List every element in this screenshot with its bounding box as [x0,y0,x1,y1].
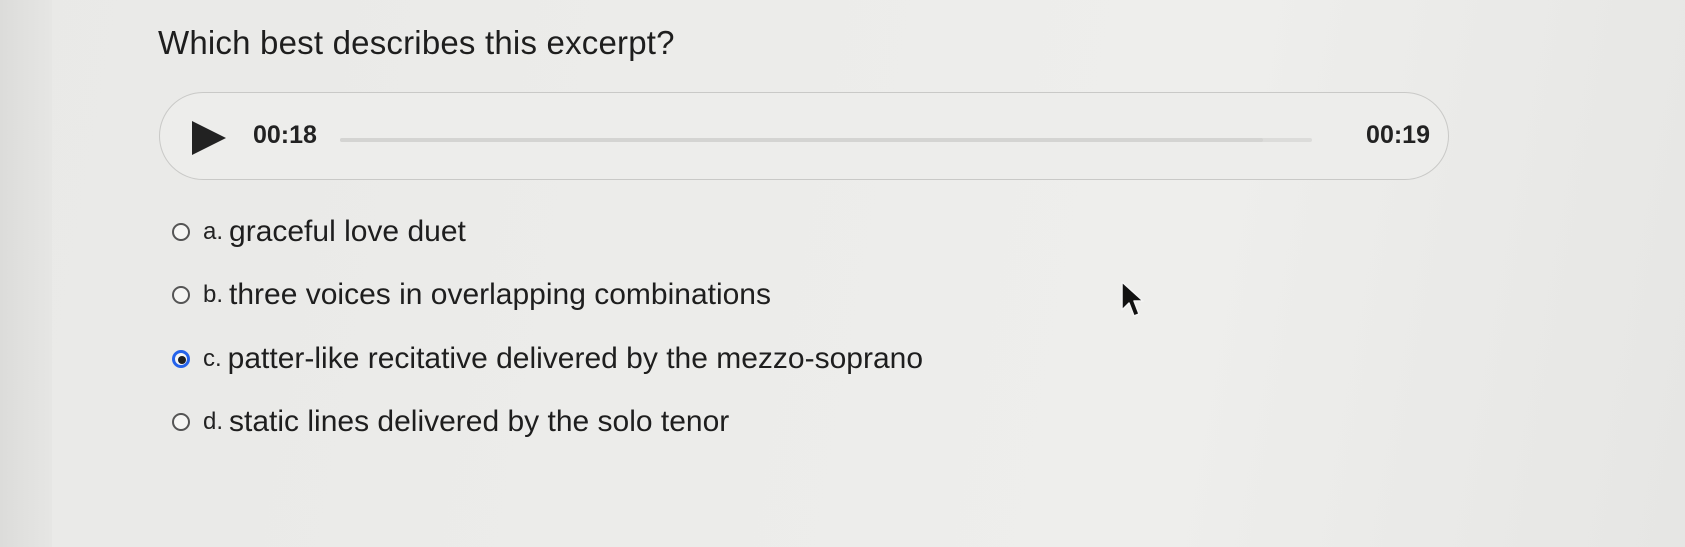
option-b[interactable]: b. three voices in overlapping combinati… [172,275,771,315]
question-text: Which best describes this excerpt? [158,24,675,61]
mouse-pointer-icon [1121,281,1144,317]
play-icon[interactable] [192,121,226,155]
radio-option-d[interactable] [172,413,190,431]
current-time: 00:18 [253,121,317,149]
radio-option-c[interactable] [172,350,190,368]
option-a[interactable]: a. graceful love duet [172,212,466,252]
option-letter: a. [203,218,224,245]
radio-option-b[interactable] [172,286,190,304]
page-edge [0,0,52,547]
option-text: static lines delivered by the solo tenor [229,405,730,438]
option-letter: d. [203,408,224,435]
radio-option-a[interactable] [172,223,190,241]
option-letter: b. [203,281,224,308]
audio-player: 00:18 00:19 [159,92,1449,180]
total-time: 00:19 [1366,121,1430,149]
progress-fill [340,138,1264,142]
option-c[interactable]: c. patter-like recitative delivered by t… [172,339,923,379]
option-text: patter-like recitative delivered by the … [227,342,924,375]
option-text: three voices in overlapping combinations [229,278,771,311]
option-d[interactable]: d. static lines delivered by the solo te… [172,402,729,442]
option-text: graceful love duet [229,215,466,248]
progress-bar[interactable] [340,138,1312,142]
option-letter: c. [203,345,222,372]
